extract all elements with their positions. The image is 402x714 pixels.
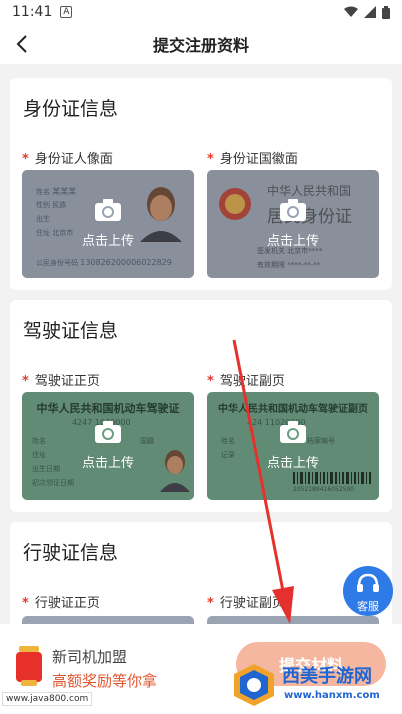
driver-license-section: 驾驶证信息 * 驾驶证正页 * 驾驶证副页 中华人民共和国机动车驾驶证 4247 1… (10, 300, 392, 512)
signal-icon (364, 6, 376, 18)
id-front-label: * 身份证人像面 (22, 152, 113, 167)
status-bar: 11:41 A (0, 0, 402, 24)
vehicle-license-section: 行驶证信息 * 行驶证正页 * 行驶证副页 (10, 522, 392, 632)
promo-subtitle: 高额奖励等你拿 (52, 672, 158, 690)
camera-icon (95, 199, 121, 221)
back-button[interactable] (8, 30, 36, 58)
id-back-upload[interactable]: 中华人民共和国 居民身份证 签发机关 北京市**** 有效期限 ****-**-… (207, 170, 379, 278)
section-title-driver: 驾驶证信息 (23, 320, 119, 342)
id-back-label: * 身份证国徽面 (207, 152, 298, 167)
headset-icon (357, 573, 379, 592)
status-time: 11:41 (12, 4, 53, 20)
driver-badge-icon (16, 646, 42, 686)
status-icons (344, 5, 390, 19)
upload-text: 点击上传 (81, 234, 134, 249)
watermark-domain: www.hanxm.com (284, 690, 380, 701)
id-card-section: 身份证信息 * 身份证人像面 * 身份证国徽面 姓名 某某某 性别 民族 出生 住址… (10, 78, 392, 290)
id-front-upload[interactable]: 姓名 某某某 性别 民族 出生 住址 北京市 公民身份号码 1308262000… (22, 170, 194, 278)
driver-back-label: * 驾驶证副页 (207, 374, 285, 389)
watermark-brand: 西美手游网 (282, 666, 372, 687)
customer-service-label: 客服 (357, 600, 379, 613)
section-title-id-card: 身份证信息 (23, 98, 119, 120)
camera-icon (280, 199, 306, 221)
watermark-logo: 西美手游网 www.hanxm.com (230, 660, 400, 712)
upload-text: 点击上传 (81, 456, 134, 471)
section-title-vehicle: 行驶证信息 (23, 542, 119, 564)
driver-front-label: * 驾驶证正页 (22, 374, 100, 389)
header: 提交注册资料 (0, 24, 402, 64)
promo-title: 新司机加盟 (52, 648, 128, 666)
notification-a-icon: A (60, 6, 73, 18)
vehicle-front-label: * 行驶证正页 (22, 596, 100, 611)
upload-text: 点击上传 (266, 234, 319, 249)
chevron-left-icon (16, 35, 27, 53)
camera-icon (280, 421, 306, 443)
camera-icon (95, 421, 121, 443)
watermark-url: www.java800.com (2, 692, 93, 706)
driver-front-upload[interactable]: 中华人民共和国机动车驾驶证 4247 1020000 姓名 国籍 住址 出生日期… (22, 392, 194, 500)
vehicle-back-label: * 行驶证副页 (207, 596, 285, 611)
driver-back-upload[interactable]: 中华人民共和国机动车驾驶证副页 424 11020000 姓名 档案编号 记录 … (207, 392, 379, 500)
battery-icon (382, 5, 390, 19)
upload-text: 点击上传 (266, 456, 319, 471)
wifi-icon (344, 6, 358, 17)
gamepad-logo-icon (234, 664, 274, 706)
customer-service-button[interactable]: 客服 (343, 566, 393, 616)
page-title: 提交注册资料 (152, 36, 249, 55)
